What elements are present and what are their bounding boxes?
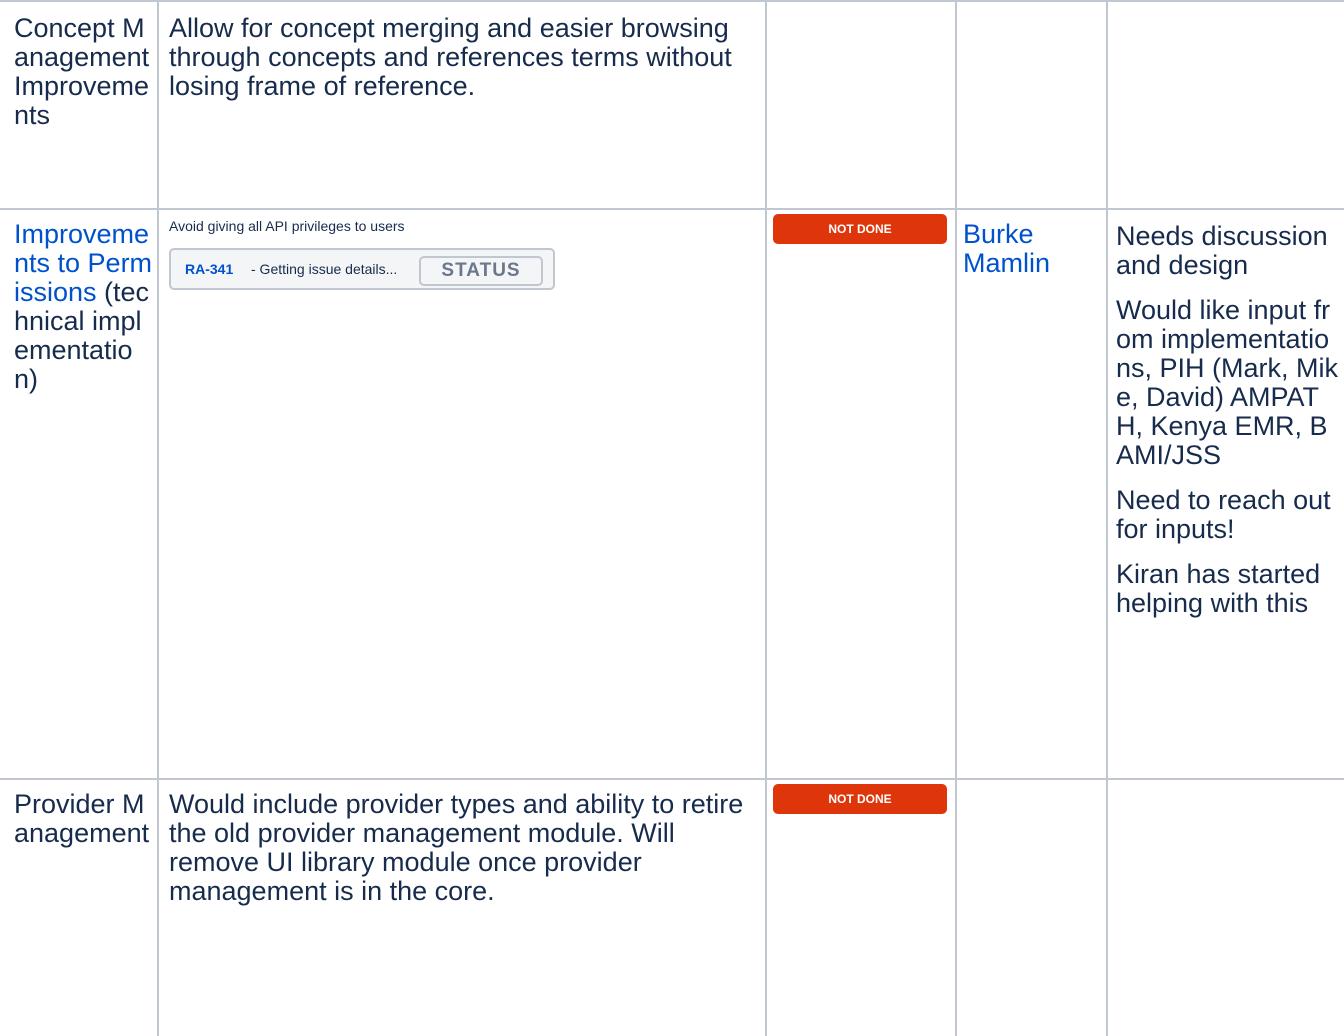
column-divider xyxy=(1106,778,1108,1036)
notes-cell: Needs discussion and design Would like i… xyxy=(1107,208,1344,778)
feature-cell: Concept Management Improvements xyxy=(0,2,158,208)
note-paragraph: Needs discussion and design xyxy=(1116,221,1328,280)
feature-name: Concept Management Improvements xyxy=(14,13,150,130)
column-divider xyxy=(157,778,159,1036)
jira-issue-summary: - Getting issue details... xyxy=(251,261,398,277)
feature-name: Provider Management xyxy=(14,789,150,848)
feature-cell: Improvements to Permissions (technical i… xyxy=(0,208,158,778)
description-cell: Avoid giving all API privileges to users… xyxy=(158,208,766,778)
status-lozenge: NOT DONE xyxy=(773,784,947,814)
note-paragraph: Kiran has started helping with this xyxy=(1116,559,1321,618)
roadmap-table: Concept Management Improvements Allow fo… xyxy=(0,0,1344,1036)
jira-status-badge: STATUS xyxy=(419,256,543,286)
owner-cell: Burke Mamlin xyxy=(956,208,1107,778)
table-row: Concept Management Improvements Allow fo… xyxy=(0,2,1344,210)
column-divider xyxy=(765,778,767,1036)
feature-description: Allow for concept merging and easier bro… xyxy=(169,13,732,101)
column-divider xyxy=(765,208,767,778)
status-cell xyxy=(766,2,956,208)
table-row: Provider Management Would include provid… xyxy=(0,778,1344,1036)
owner-link[interactable]: Burke Mamlin xyxy=(963,219,1050,278)
owner-cell xyxy=(956,2,1107,208)
feature-description: Would include provider types and ability… xyxy=(169,789,744,906)
owner-cell xyxy=(956,778,1107,1036)
column-divider xyxy=(1106,208,1108,778)
description-cell: Would include provider types and ability… xyxy=(158,778,766,1036)
status-cell: NOT DONE xyxy=(766,778,956,1036)
status-cell: NOT DONE xyxy=(766,208,956,778)
column-divider xyxy=(955,778,957,1036)
table-row: Improvements to Permissions (technical i… xyxy=(0,208,1344,780)
feature-description: Avoid giving all API privileges to users xyxy=(169,218,405,234)
note-paragraph: Would like input from implementations, P… xyxy=(1116,295,1339,470)
notes-cell xyxy=(1107,778,1344,1036)
column-divider xyxy=(1106,2,1108,208)
column-divider xyxy=(157,2,159,208)
feature-cell: Provider Management xyxy=(0,778,158,1036)
column-divider xyxy=(955,2,957,208)
column-divider xyxy=(157,208,159,778)
note-paragraph: Need to reach out for inputs! xyxy=(1116,485,1331,544)
jira-issue-key-link[interactable]: RA-341 xyxy=(185,261,233,277)
column-divider xyxy=(955,208,957,778)
column-divider xyxy=(765,2,767,208)
status-lozenge: NOT DONE xyxy=(773,214,947,244)
notes-cell xyxy=(1107,2,1344,208)
description-cell: Allow for concept merging and easier bro… xyxy=(158,2,766,208)
jira-issue-macro[interactable]: RA-341 - Getting issue details... STATUS xyxy=(169,248,555,290)
